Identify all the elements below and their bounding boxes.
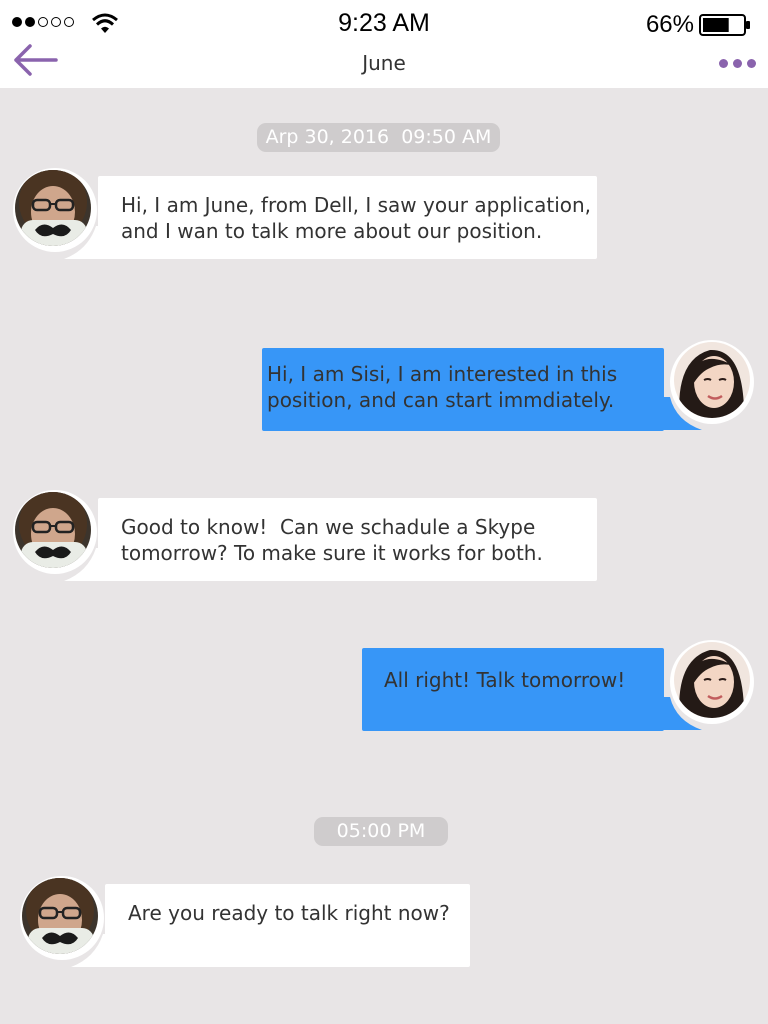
message-line: and I wan to talk more about our positio…	[121, 219, 543, 243]
sisi-avatar-image	[674, 342, 750, 418]
timestamp-pill: Arp 30, 2016 09:50 AM	[257, 123, 500, 152]
message-bubble[interactable]: Are you ready to talk right now?	[105, 884, 470, 967]
more-dots-icon	[747, 59, 756, 68]
battery-icon	[699, 14, 750, 36]
message-line: All right! Talk tomorrow!	[384, 668, 626, 692]
more-options-button[interactable]	[719, 59, 756, 68]
message-bubble[interactable]: Hi, I am June, from Dell, I saw your app…	[98, 176, 597, 259]
timestamp-text: Arp 30, 2016 09:50 AM	[265, 126, 492, 148]
message-line: Hi, I am Sisi, I am interested in this	[267, 362, 618, 386]
timestamp-pill: 05:00 PM	[314, 817, 448, 846]
avatar-sisi[interactable]	[670, 640, 754, 724]
battery-percent: 66%	[645, 11, 694, 38]
more-dots-icon	[719, 59, 728, 68]
message-line: position, and can start immdiately.	[267, 388, 615, 412]
status-bar: 9:23 AM 66%	[0, 0, 768, 48]
page-title: June	[362, 51, 406, 75]
message-line: Hi, I am June, from Dell, I saw your app…	[121, 193, 592, 217]
message-bubble[interactable]: Hi, I am Sisi, I am interested in this p…	[262, 348, 664, 431]
message-line: tomorrow? To make sure it works for both…	[121, 541, 543, 565]
message-line: Good to know! Can we schadule a Skype	[121, 515, 536, 539]
avatar-sisi[interactable]	[670, 340, 754, 424]
message-bubble[interactable]: Good to know! Can we schadule a Skype to…	[98, 498, 597, 581]
timestamp-text: 05:00 PM	[336, 820, 426, 842]
message-bubble[interactable]: All right! Talk tomorrow!	[362, 648, 664, 731]
more-dots-icon	[733, 59, 742, 68]
nav-bar: June	[0, 44, 768, 88]
message-line: Are you ready to talk right now?	[128, 901, 450, 925]
sisi-avatar-image	[674, 642, 750, 718]
